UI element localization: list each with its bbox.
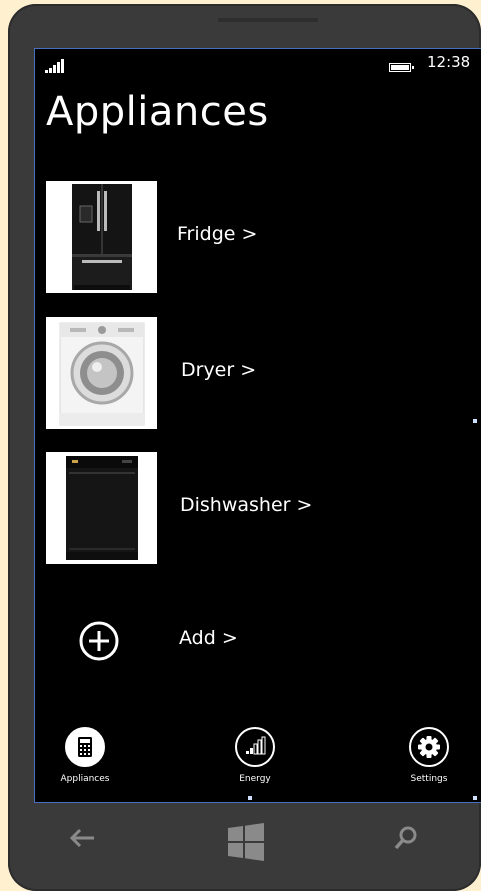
fridge-image <box>46 181 157 293</box>
appliance-label-dryer: Dryer > <box>181 359 257 381</box>
energy-bars-icon <box>235 727 275 767</box>
dishwasher-image <box>46 452 157 564</box>
appliance-label-dishwasher: Dishwasher > <box>180 494 313 516</box>
selection-handle <box>473 419 477 423</box>
add-appliance-button[interactable]: Add > <box>46 621 466 661</box>
selection-handle <box>473 796 477 800</box>
nav-label-settings: Settings <box>410 774 448 784</box>
search-button[interactable] <box>392 824 420 856</box>
phone-speaker <box>218 18 318 22</box>
windows-logo-icon <box>228 823 264 861</box>
nav-label-energy: Energy <box>239 774 271 784</box>
back-button[interactable] <box>66 824 98 856</box>
start-button[interactable] <box>226 822 266 866</box>
add-label: Add > <box>179 627 238 649</box>
plus-circle-icon <box>79 621 119 661</box>
nav-item-appliances[interactable]: Appliances <box>40 727 130 791</box>
back-arrow-icon <box>69 828 94 848</box>
app-screen: 12:38 Appliances Fridge > Dryer > Dishwa… <box>34 48 481 803</box>
page-title: Appliances <box>46 89 269 135</box>
signal-bars-icon <box>45 59 71 73</box>
nav-label-appliances: Appliances <box>60 774 110 784</box>
nav-item-energy[interactable]: Energy <box>210 727 300 791</box>
status-time: 12:38 <box>427 53 471 71</box>
battery-icon <box>389 63 414 72</box>
appliance-item-fridge[interactable]: Fridge > <box>46 181 466 293</box>
appliance-label-fridge: Fridge > <box>177 223 258 245</box>
nav-item-settings[interactable]: Settings <box>384 727 474 791</box>
gear-icon <box>409 727 449 767</box>
appliance-item-dryer[interactable]: Dryer > <box>46 317 466 429</box>
search-icon <box>394 826 417 850</box>
status-bar: 12:38 <box>35 49 481 79</box>
phone-frame: 12:38 Appliances Fridge > Dryer > Dishwa… <box>8 4 481 891</box>
selection-handle <box>248 796 252 800</box>
appliance-item-dishwasher[interactable]: Dishwasher > <box>46 452 466 564</box>
dryer-image <box>46 317 157 429</box>
calculator-icon <box>65 727 105 767</box>
